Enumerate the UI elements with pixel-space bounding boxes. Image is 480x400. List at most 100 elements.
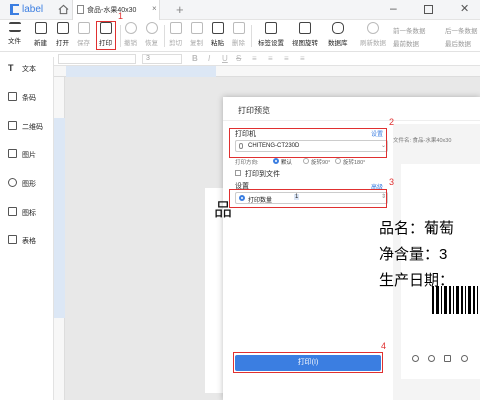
barcode-bar bbox=[461, 286, 463, 314]
delete-label: 删除 bbox=[232, 40, 245, 47]
label-settings-icon bbox=[265, 22, 277, 34]
close-window-button[interactable]: ✕ bbox=[460, 2, 469, 15]
save-icon bbox=[77, 22, 90, 34]
align-left-icon[interactable]: ≡ bbox=[252, 54, 257, 63]
open-button[interactable]: 打开 bbox=[56, 22, 69, 47]
database-button[interactable]: 数据库 bbox=[328, 22, 348, 47]
barcode-bar bbox=[432, 286, 434, 314]
copies-highlight-box bbox=[229, 189, 387, 208]
tab-title: 食品-水果40x30 bbox=[87, 7, 137, 14]
direction-label: 打印方向: bbox=[235, 160, 259, 166]
sidebar-item-label: 表格 bbox=[22, 238, 36, 245]
print-to-file-checkbox[interactable] bbox=[235, 170, 241, 176]
save-button[interactable]: 保存 bbox=[77, 22, 90, 47]
delete-icon bbox=[232, 22, 245, 34]
format-bar: 3 B I U S ≡ ≡ ≡ ≡ bbox=[0, 52, 480, 66]
step-number-4: 4 bbox=[381, 341, 387, 351]
refresh-data-button[interactable]: 刷新数据 bbox=[360, 22, 386, 47]
undo-label: 撤销 bbox=[124, 40, 137, 47]
tab-close-icon[interactable]: × bbox=[152, 4, 157, 13]
delete-button[interactable]: 删除 bbox=[232, 22, 245, 47]
rotate-icon bbox=[299, 22, 311, 34]
document-tab[interactable]: 食品-水果40x30 × bbox=[72, 0, 160, 20]
barcode-bar bbox=[449, 286, 451, 314]
zoom-in-icon[interactable] bbox=[412, 355, 419, 362]
barcode-bar bbox=[453, 286, 454, 314]
save-label: 保存 bbox=[77, 40, 90, 47]
copy-button[interactable]: 复制 bbox=[190, 22, 203, 47]
prev-data-button[interactable]: 前一条数据 bbox=[393, 25, 426, 35]
folder-icon bbox=[56, 22, 69, 34]
dialog-title: 打印预览 bbox=[238, 106, 270, 115]
file-label: 文件 bbox=[8, 38, 21, 45]
paste-button[interactable]: 粘贴 bbox=[211, 22, 224, 47]
app-logo-icon bbox=[10, 4, 19, 15]
font-size-select[interactable]: 3 bbox=[142, 54, 182, 64]
font-size-value: 3 bbox=[146, 55, 150, 62]
preview-barcode bbox=[432, 284, 480, 316]
align-center-icon[interactable]: ≡ bbox=[268, 54, 273, 63]
new-file-icon bbox=[34, 22, 47, 34]
cut-button[interactable]: 剪切 bbox=[169, 22, 182, 47]
sidebar-item-label: 图标 bbox=[22, 210, 36, 217]
barcode-bar bbox=[477, 286, 478, 314]
maximize-button[interactable] bbox=[424, 5, 433, 14]
font-family-select[interactable] bbox=[58, 54, 136, 64]
paste-icon bbox=[211, 22, 224, 34]
preview-filename: 文件名: 食品-水果40x30 bbox=[393, 138, 452, 144]
sidebar-item-label: 条码 bbox=[22, 95, 36, 102]
qrcode-icon bbox=[8, 121, 17, 130]
image-icon bbox=[8, 149, 17, 158]
print-highlight-box bbox=[96, 21, 116, 50]
main-toolbar: 文件 新建 打开 保存 打印 撤销 恢复 剪切 复制 粘贴 删除 标签设置 视图… bbox=[0, 20, 480, 52]
direction-90-label: 旋转90° bbox=[311, 160, 331, 166]
open-label: 打开 bbox=[56, 40, 69, 47]
fit-to-window-icon[interactable] bbox=[444, 355, 451, 362]
database-label: 数据库 bbox=[328, 40, 348, 47]
database-icon bbox=[331, 22, 344, 34]
new-label: 新建 bbox=[34, 40, 47, 47]
redo-icon bbox=[145, 22, 158, 34]
last-data-button[interactable]: 最后数据 bbox=[445, 38, 471, 48]
italic-button[interactable]: I bbox=[208, 54, 210, 63]
view-rotate-label: 视图旋转 bbox=[292, 40, 318, 47]
first-data-button[interactable]: 最前数据 bbox=[393, 38, 419, 48]
next-data-button[interactable]: 后一条数据 bbox=[445, 25, 478, 35]
rotate-preview-icon[interactable] bbox=[461, 355, 468, 362]
copy-icon bbox=[190, 22, 203, 34]
align-right-icon[interactable]: ≡ bbox=[284, 54, 289, 63]
table-icon bbox=[8, 235, 17, 244]
barcode-bar bbox=[444, 286, 447, 314]
preview-line-1: 品名：葡萄 bbox=[379, 220, 455, 237]
barcode-bar bbox=[456, 286, 459, 314]
zoom-out-icon[interactable] bbox=[428, 355, 435, 362]
app-logo-text: label bbox=[22, 4, 44, 15]
home-icon[interactable] bbox=[58, 4, 69, 15]
step-number-1: 1 bbox=[118, 11, 124, 21]
direction-default-radio[interactable] bbox=[273, 158, 279, 164]
strikethrough-button[interactable]: S bbox=[236, 54, 241, 63]
new-button[interactable]: 新建 bbox=[34, 22, 47, 47]
direction-180-radio[interactable] bbox=[335, 158, 341, 164]
direction-180-label: 旋转180° bbox=[343, 160, 366, 166]
bold-button[interactable]: B bbox=[192, 54, 198, 63]
undo-button[interactable]: 撤销 bbox=[124, 22, 137, 47]
sidebar-item-label: 文本 bbox=[22, 66, 36, 73]
new-tab-button[interactable]: + bbox=[176, 2, 184, 17]
text-icon: T bbox=[8, 63, 14, 73]
print-confirm-button[interactable]: 打印(I) bbox=[235, 355, 381, 371]
step-number-2: 2 bbox=[389, 117, 395, 127]
redo-button[interactable]: 恢复 bbox=[145, 22, 158, 47]
preview-line-2: 净含量：3 bbox=[379, 246, 448, 263]
align-justify-icon[interactable]: ≡ bbox=[300, 54, 305, 63]
file-menu-icon bbox=[8, 22, 21, 32]
label-settings-button[interactable]: 标签设置 bbox=[258, 22, 284, 47]
redo-label: 恢复 bbox=[145, 40, 158, 47]
view-rotate-button[interactable]: 视图旋转 bbox=[292, 22, 318, 47]
direction-90-radio[interactable] bbox=[303, 158, 309, 164]
icon-library-icon bbox=[8, 207, 17, 216]
minimize-button[interactable]: – bbox=[390, 1, 397, 15]
file-menu-button[interactable]: 文件 bbox=[8, 22, 21, 45]
barcode-bar bbox=[436, 286, 439, 314]
underline-button[interactable]: U bbox=[222, 54, 228, 63]
